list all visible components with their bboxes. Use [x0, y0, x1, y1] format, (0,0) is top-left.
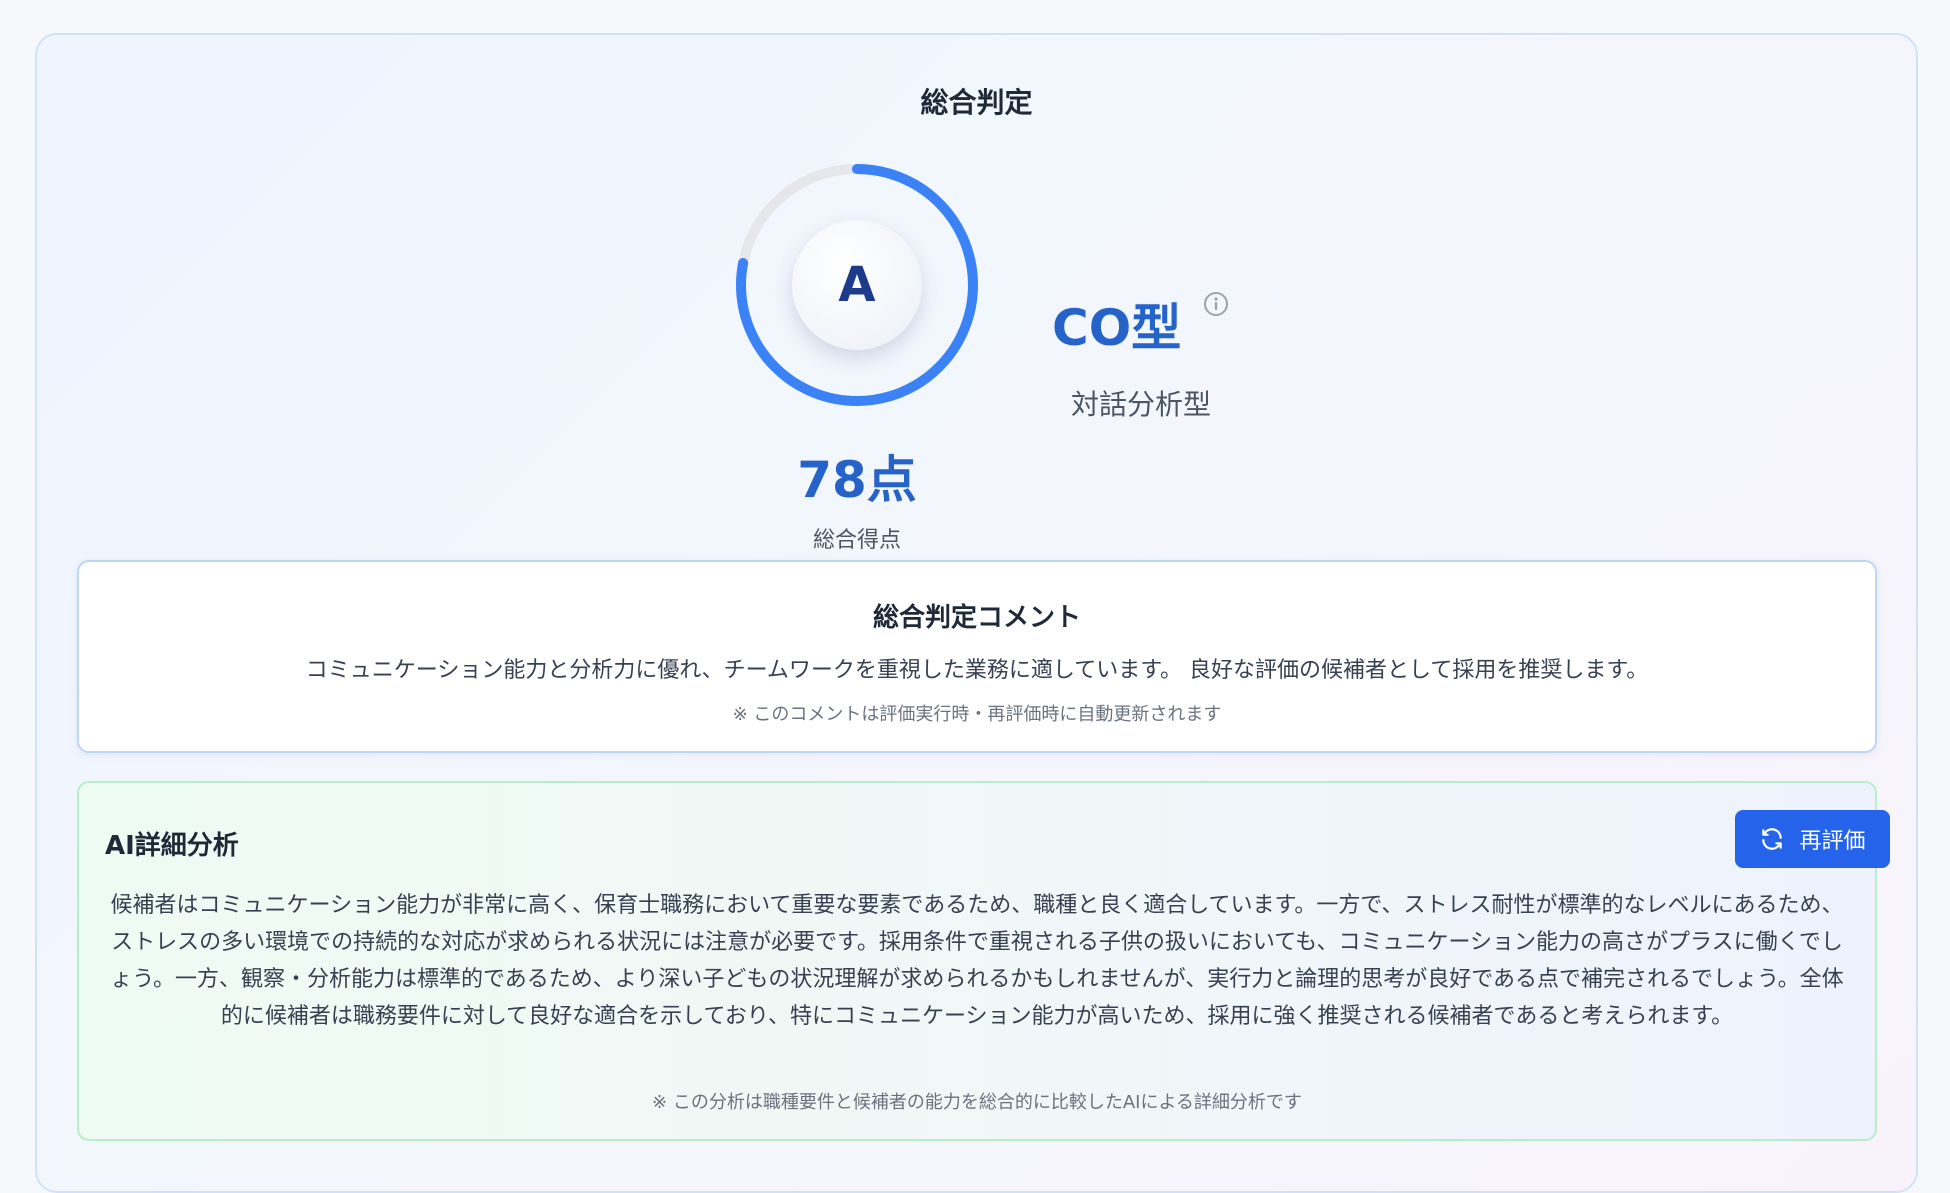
- comment-title: 総合判定コメント: [872, 603, 1081, 633]
- grade-badge: A: [792, 220, 922, 350]
- info-circle-icon[interactable]: [1202, 290, 1230, 318]
- personality-type-code: CO型: [1052, 299, 1182, 357]
- score-gauge: A: [722, 150, 992, 420]
- personality-type-name: 対話分析型: [1071, 388, 1212, 421]
- reevaluate-button[interactable]: 再評価: [1735, 810, 1890, 868]
- reevaluate-label: 再評価: [1799, 829, 1866, 854]
- ai-analysis-card: AI詳細分析 再評価 候補者はコミュニケーション能力が非常に高く、保育士職務にお…: [77, 781, 1890, 1141]
- judgment-comment-card: 総合判定コメント コミュニケーション能力と分析力に優れ、チームワークを重視した業…: [77, 560, 1877, 753]
- total-score-label: 総合得点: [812, 528, 901, 553]
- overall-judgment-panel: 総合判定 A 78点 総合得点 CO型 対話分析型 総合判定コメント コミュニケ…: [35, 33, 1918, 1193]
- total-score: 78点: [797, 451, 917, 509]
- comment-note: ※ このコメントは評価実行時・再評価時に自動更新されます: [732, 704, 1222, 725]
- ai-analysis-title: AI詳細分析: [105, 831, 239, 861]
- ai-analysis-note: ※ この分析は職種要件と候補者の能力を総合的に比較したAIによる詳細分析です: [652, 1092, 1302, 1113]
- ai-analysis-text: 候補者はコミュニケーション能力が非常に高く、保育士職務において重要な要素であるた…: [110, 893, 1844, 1029]
- comment-text: コミュニケーション能力と分析力に優れ、チームワークを重視した業務に適しています。…: [305, 658, 1649, 683]
- refresh-icon: [1762, 828, 1783, 850]
- overall-title: 総合判定: [920, 86, 1033, 119]
